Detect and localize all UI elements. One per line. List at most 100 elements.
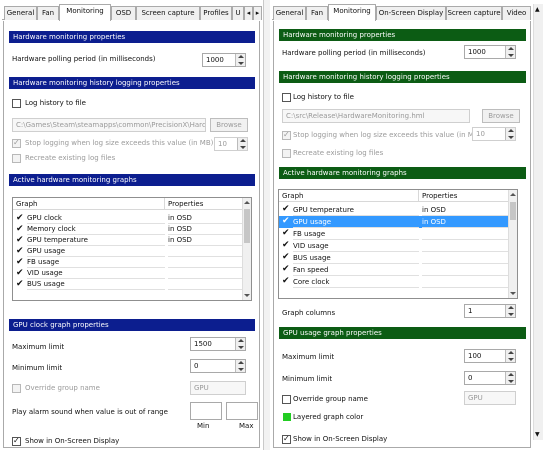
right-tab-general[interactable]: General bbox=[273, 6, 306, 20]
right-graph-columns-spin-buttons[interactable] bbox=[505, 305, 515, 317]
scroll-up-icon[interactable]: ▲ bbox=[535, 6, 540, 13]
right-max-value[interactable]: 100 bbox=[468, 350, 481, 362]
left-max-spin-buttons[interactable] bbox=[235, 338, 245, 350]
left-log-history-checkbox[interactable] bbox=[12, 99, 21, 108]
left-col-graph[interactable]: Graph bbox=[13, 198, 165, 210]
left-alarm-max-field[interactable] bbox=[226, 402, 258, 420]
left-min-value[interactable]: 0 bbox=[194, 360, 198, 372]
left-tab-scroll-right-icon[interactable]: ▸ bbox=[253, 6, 262, 20]
graph-list-row[interactable]: ✔ FB usage bbox=[279, 228, 510, 240]
right-log-history-checkbox[interactable] bbox=[282, 93, 291, 102]
spin-down-icon[interactable] bbox=[240, 146, 246, 149]
check-icon[interactable]: ✔ bbox=[16, 224, 24, 234]
spin-down-icon[interactable] bbox=[238, 62, 244, 65]
graph-list-row[interactable]: ✔ GPU usage in OSD bbox=[279, 216, 510, 228]
left-tab-fan[interactable]: Fan bbox=[37, 6, 59, 20]
right-tab-fan[interactable]: Fan bbox=[306, 6, 328, 20]
left-tab-scroll-left-icon[interactable]: ◂ bbox=[244, 6, 253, 20]
left-graphs-scrollbar[interactable] bbox=[242, 198, 251, 300]
right-recreate-checkbox[interactable] bbox=[282, 149, 291, 158]
left-tab-general[interactable]: General bbox=[4, 6, 37, 20]
check-icon[interactable]: ✔ bbox=[282, 276, 290, 286]
spin-up-icon[interactable] bbox=[508, 129, 514, 132]
spin-down-icon[interactable] bbox=[238, 346, 244, 349]
graph-list-row[interactable]: ✔ VID usage bbox=[279, 240, 510, 252]
right-window-scrollbar[interactable]: ▲ ▼ bbox=[533, 4, 543, 440]
right-override-checkbox[interactable] bbox=[282, 395, 291, 404]
left-max-stepper[interactable]: 1500 bbox=[190, 337, 246, 351]
scroll-thumb[interactable] bbox=[244, 209, 250, 243]
graph-list-row[interactable]: ✔ Memory clock in OSD bbox=[13, 224, 244, 235]
left-stop-logging-value[interactable]: 10 bbox=[218, 138, 227, 150]
spin-down-icon[interactable] bbox=[508, 54, 514, 57]
right-stop-logging-checkbox[interactable] bbox=[282, 129, 291, 141]
check-icon[interactable]: ✔ bbox=[16, 235, 24, 245]
right-tab-osd[interactable]: On-Screen Display bbox=[376, 6, 446, 20]
left-tab-osd[interactable]: OSD bbox=[111, 6, 136, 20]
spin-up-icon[interactable] bbox=[508, 306, 514, 309]
right-stop-logging-spin-buttons[interactable] bbox=[505, 128, 515, 140]
right-polling-stepper[interactable]: 1000 bbox=[464, 45, 516, 59]
scroll-up-icon[interactable] bbox=[244, 201, 250, 204]
spin-up-icon[interactable] bbox=[508, 373, 514, 376]
left-stop-logging-spin-buttons[interactable] bbox=[237, 138, 247, 150]
left-col-properties[interactable]: Properties bbox=[165, 198, 244, 210]
right-tab-video[interactable]: Video bbox=[502, 6, 531, 20]
scroll-down-icon[interactable] bbox=[244, 294, 250, 297]
graph-list-row[interactable]: ✔ VID usage bbox=[13, 268, 244, 279]
spin-up-icon[interactable] bbox=[238, 361, 244, 364]
left-recreate-checkbox[interactable] bbox=[12, 154, 21, 163]
right-min-spin-buttons[interactable] bbox=[505, 372, 515, 384]
left-tab-monitoring[interactable]: Monitoring bbox=[59, 4, 111, 21]
graph-list-row[interactable]: ✔ GPU usage bbox=[13, 246, 244, 257]
right-stop-logging-stepper[interactable]: 10 bbox=[472, 127, 516, 141]
right-min-value[interactable]: 0 bbox=[468, 372, 472, 384]
right-tab-monitoring[interactable]: Monitoring bbox=[328, 4, 376, 21]
spin-down-icon[interactable] bbox=[508, 136, 514, 139]
left-log-path-field[interactable]: C:\Games\Steam\steamapps\common\Precisio… bbox=[12, 118, 206, 132]
graph-list-row[interactable]: ✔ GPU clock in OSD bbox=[13, 213, 244, 224]
left-tab-screen-capture[interactable]: Screen capture bbox=[136, 6, 200, 20]
scroll-up-icon[interactable] bbox=[510, 193, 516, 196]
right-browse-button[interactable]: Browse bbox=[482, 109, 520, 123]
left-group-name-field[interactable]: GPU bbox=[190, 381, 246, 395]
right-log-path-field[interactable]: C:\src\Release\HardwareMonitoring.hml bbox=[282, 109, 470, 123]
right-min-stepper[interactable]: 0 bbox=[464, 371, 516, 385]
right-max-stepper[interactable]: 100 bbox=[464, 349, 516, 363]
graph-list-row[interactable]: ✔ BUS usage bbox=[279, 252, 510, 264]
right-graphs-scrollbar[interactable] bbox=[508, 190, 517, 298]
check-icon[interactable]: ✔ bbox=[16, 213, 24, 223]
left-polling-spin-buttons[interactable] bbox=[235, 54, 245, 66]
right-stop-logging-value[interactable]: 10 bbox=[476, 128, 485, 140]
left-stop-logging-stepper[interactable]: 10 bbox=[214, 137, 248, 151]
left-polling-value[interactable]: 1000 bbox=[206, 54, 224, 66]
right-col-properties[interactable]: Properties bbox=[419, 190, 510, 202]
left-tab-overflow[interactable]: U bbox=[232, 6, 244, 20]
left-alarm-min-field[interactable] bbox=[190, 402, 222, 420]
right-layered-color-swatch[interactable] bbox=[283, 413, 291, 421]
check-icon[interactable]: ✔ bbox=[16, 268, 24, 278]
check-icon[interactable]: ✔ bbox=[282, 264, 290, 274]
spin-up-icon[interactable] bbox=[238, 339, 244, 342]
check-icon[interactable]: ✔ bbox=[16, 246, 24, 256]
graph-list-row[interactable]: ✔ Fan speed bbox=[279, 264, 510, 276]
left-graphs-list[interactable]: Graph Properties ✔ GPU clock in OSD ✔ Memory… bbox=[12, 197, 252, 301]
left-show-osd-checkbox[interactable] bbox=[12, 435, 21, 447]
right-group-name-field[interactable]: GPU bbox=[464, 391, 516, 405]
spin-up-icon[interactable] bbox=[240, 139, 246, 142]
right-graph-columns-stepper[interactable]: 1 bbox=[464, 304, 516, 318]
right-graphs-list[interactable]: Graph Properties ✔ GPU temperature in OSD ✔… bbox=[278, 189, 518, 299]
check-icon[interactable]: ✔ bbox=[282, 240, 290, 250]
graph-list-row[interactable]: ✔ GPU temperature in OSD bbox=[13, 235, 244, 246]
left-tab-profiles[interactable]: Profiles bbox=[200, 6, 232, 20]
graph-list-row[interactable]: ✔ BUS usage bbox=[13, 279, 244, 290]
check-icon[interactable]: ✔ bbox=[282, 204, 290, 214]
graph-list-row[interactable]: ✔ FB usage bbox=[13, 257, 244, 268]
spin-down-icon[interactable] bbox=[508, 358, 514, 361]
spin-down-icon[interactable] bbox=[508, 380, 514, 383]
graph-list-row[interactable]: ✔ GPU temperature in OSD bbox=[279, 204, 510, 216]
left-override-checkbox[interactable] bbox=[12, 384, 21, 393]
scroll-thumb[interactable] bbox=[510, 202, 516, 220]
check-icon[interactable]: ✔ bbox=[16, 279, 24, 289]
right-tab-screen-capture[interactable]: Screen capture bbox=[446, 6, 502, 20]
